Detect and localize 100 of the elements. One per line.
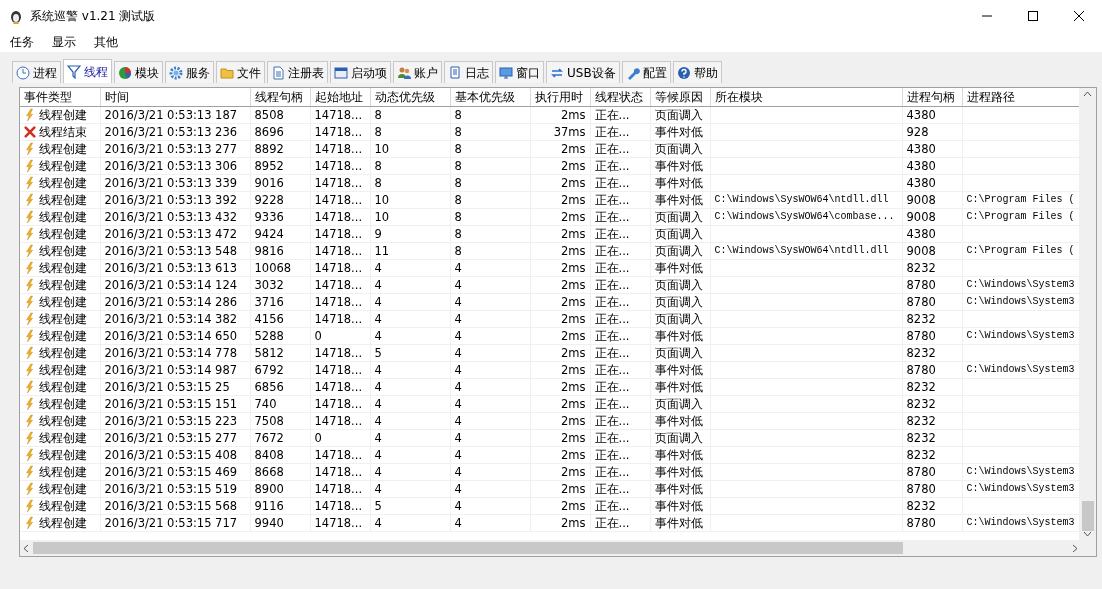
lightning-icon [24,295,36,309]
table-cell: 页面调入 [654,108,703,122]
lightning-icon [24,516,36,530]
tab[interactable]: 模块 [114,61,163,83]
table-cell: 14718... [314,142,363,156]
column-header[interactable]: 所在模块 [710,88,902,107]
tab[interactable]: 配置 [621,61,671,83]
table-cell: 6856 [254,380,284,394]
table-cell: 线程创建 [39,226,87,242]
table-cell: C:\Windows\System3 [966,279,1075,290]
column-header[interactable]: 动态优先级 [370,88,450,107]
scrollbar-thumb[interactable] [33,542,903,554]
table-cell: 4 [454,278,462,292]
table-cell: 线程创建 [39,260,87,276]
table-cell: 2016/3/21 0:53:15 408 [104,448,238,462]
lightning-icon [24,278,36,292]
table-cell: 8508 [254,108,284,122]
tab[interactable]: 启动项 [330,61,391,83]
table-cell: 正在... [594,380,630,394]
table-cell: 正在... [594,363,630,377]
table-cell: 2016/3/21 0:53:15 469 [104,465,238,479]
column-header[interactable]: 事件类型 [20,88,100,107]
table-cell: 9 [374,227,382,241]
tab[interactable]: 窗口 [495,61,544,83]
table-cell: 2ms [561,380,586,394]
tab[interactable]: 进程 [12,61,61,83]
column-header[interactable]: 基本优先级 [450,88,530,107]
tab[interactable]: 文件 [216,61,265,83]
table-cell: 2016/3/21 0:53:14 650 [104,329,238,343]
table-cell: 正在... [594,499,630,513]
table-cell: 9008 [906,193,936,207]
table-cell: 4 [454,312,462,326]
table-cell: 8900 [254,482,284,496]
menu-item[interactable]: 任务 [10,33,34,51]
table-cell: 页面调入 [654,227,703,241]
lightning-icon [24,329,36,343]
table-cell: 页面调入 [654,431,703,445]
table-cell: 4 [454,329,462,343]
table-cell: 0 [314,431,322,445]
table-cell: 事件对低 [654,414,703,428]
table-cell: 4 [454,414,462,428]
table-cell: 14718... [314,244,363,258]
column-header[interactable]: 线程句柄 [250,88,310,107]
table-cell: 14718... [314,346,363,360]
table-cell: 928 [906,125,929,139]
table-cell: 2016/3/21 0:53:15 223 [104,414,238,428]
table-cell: 线程创建 [39,413,87,429]
table-cell: 8780 [906,278,936,292]
tab[interactable]: 账户 [393,61,442,83]
table-cell: 3716 [254,295,284,309]
column-header[interactable]: 等候原因 [650,88,710,107]
table-cell: 线程创建 [39,379,87,395]
table-cell: 9816 [254,244,284,258]
lightning-icon [24,227,36,241]
table-cell: 5 [374,346,382,360]
column-header[interactable]: 进程路径 [962,88,1080,107]
lightning-icon [24,363,36,377]
lightning-icon [24,380,36,394]
table-cell: 8232 [906,499,936,513]
table-cell: 4 [454,346,462,360]
table-cell: C:\Windows\SysWOW64\ntdll.dll [714,194,889,205]
menu-item[interactable]: 显示 [52,33,76,51]
column-header[interactable]: 起始地址 [310,88,370,107]
table-cell: 2016/3/21 0:53:15 25 [104,380,230,394]
lightning-icon [24,397,36,411]
table-cell: 9116 [254,499,284,513]
vertical-scrollbar[interactable] [1079,88,1096,540]
table-cell: C:\Windows\System3 [966,466,1075,477]
horizontal-scrollbar[interactable] [20,540,1096,556]
table-cell: 4380 [906,142,936,156]
table-cell: C:\Windows\System3 [966,517,1075,528]
table-cell: 4 [454,380,462,394]
scrollbar-thumb[interactable] [1081,501,1094,531]
tab[interactable]: 服务 [165,61,214,83]
column-header[interactable]: 时间 [100,88,250,107]
column-header[interactable]: 进程句柄 [902,88,962,107]
table-cell: 8 [454,227,462,241]
table-cell: 2016/3/21 0:53:13 472 [104,227,238,241]
table-cell: 9424 [254,227,284,241]
tab[interactable]: 注册表 [267,61,328,83]
tab[interactable]: 日志 [444,61,493,83]
tab[interactable]: USB设备 [546,61,620,83]
table-cell: 事件对低 [654,261,703,275]
tab[interactable]: 帮助 [672,61,722,83]
table-cell: 9228 [254,193,284,207]
tab[interactable]: 线程 [63,59,112,83]
column-header[interactable]: 执行用时 [530,88,590,107]
table-cell: 线程创建 [39,447,87,463]
table-cell: 2016/3/21 0:53:13 432 [104,210,238,224]
table-cell: 2ms [561,312,586,326]
table-cell: 2ms [561,159,586,173]
menu-item[interactable]: 其他 [94,33,118,51]
lightning-icon [24,108,36,122]
table-cell: 2ms [561,142,586,156]
table-cell: 4 [374,312,382,326]
table-cell: 正在... [594,448,630,462]
table-cell: 2016/3/21 0:53:13 236 [104,125,238,139]
table-cell: 8 [454,176,462,190]
column-header[interactable]: 线程状态 [590,88,650,107]
table-cell: 14718... [314,397,363,411]
